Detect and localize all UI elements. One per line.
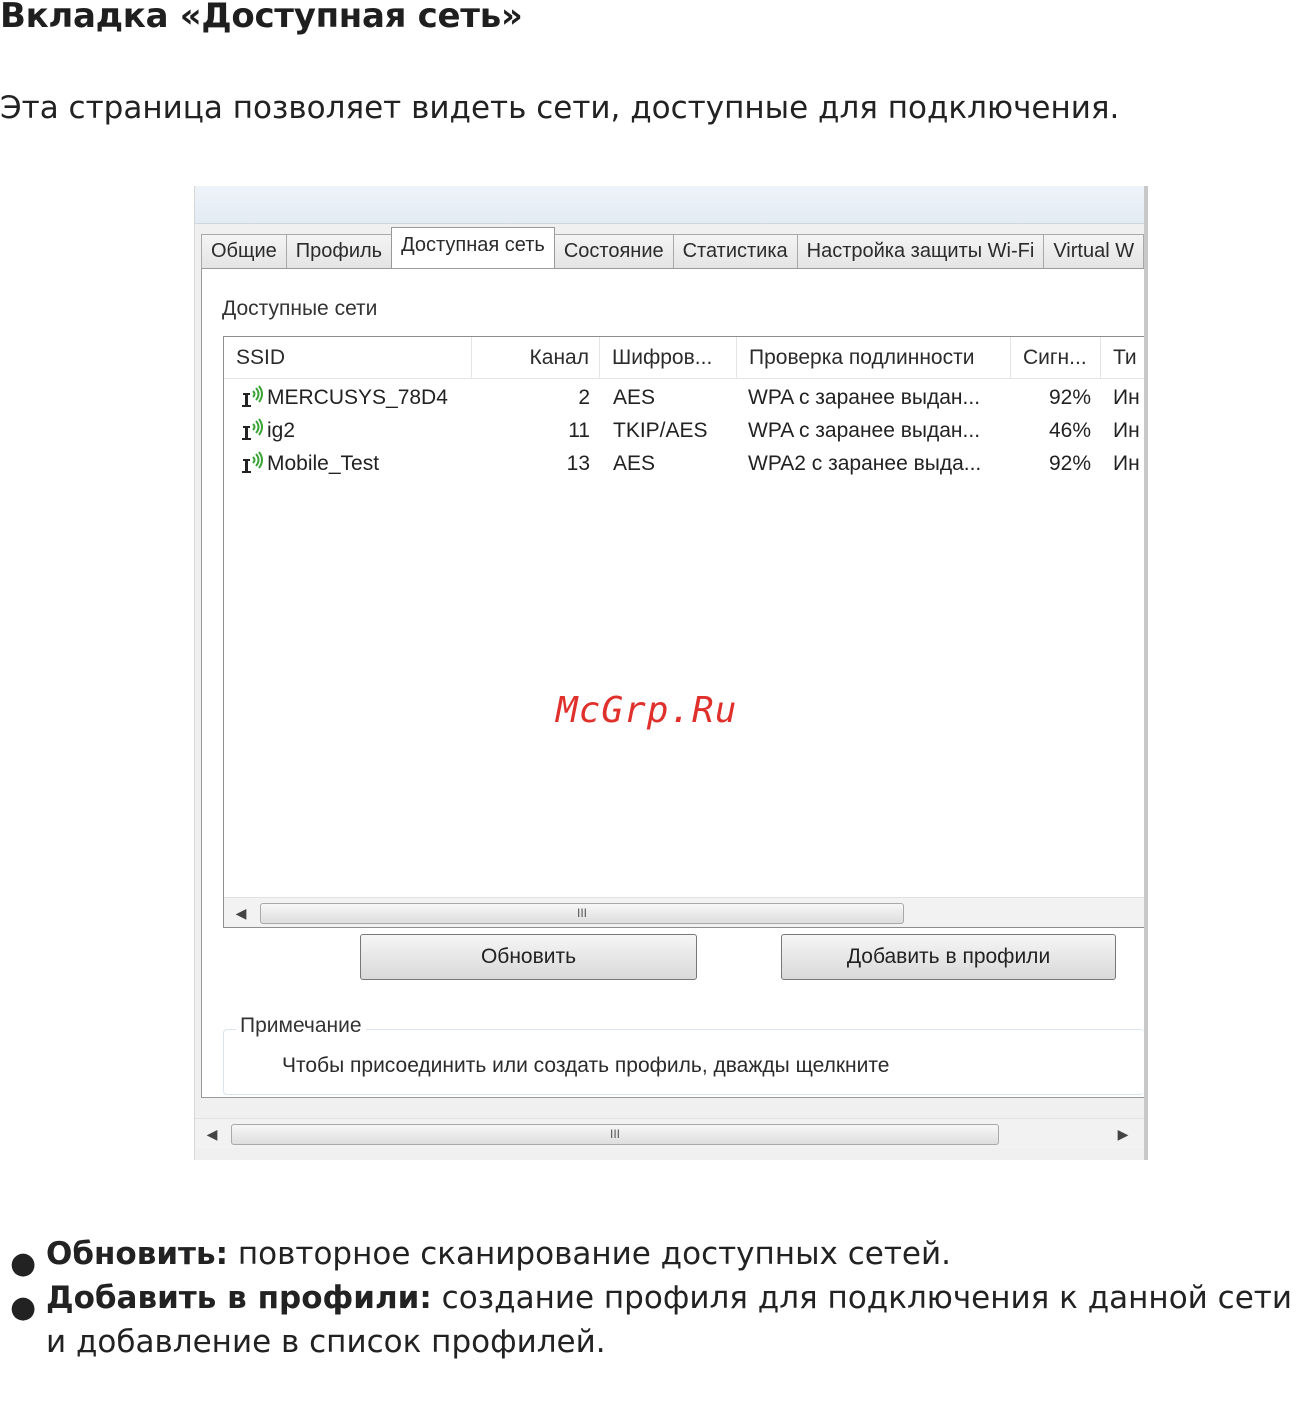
tab-wps-settings[interactable]: Настройка защиты Wi-Fi: [796, 234, 1045, 268]
network-list[interactable]: SSID Канал Шифров... Проверка подлинност…: [223, 336, 1144, 928]
column-header-ssid[interactable]: SSID: [224, 337, 472, 379]
tab-general[interactable]: Общие: [201, 234, 287, 268]
refresh-button[interactable]: Обновить: [360, 934, 697, 980]
bullet-term: Обновить:: [46, 1236, 229, 1272]
list-item: ● Обновить: повторное сканирование досту…: [10, 1232, 1299, 1281]
bullet-text: повторное сканирование доступных сетей.: [228, 1236, 951, 1272]
note-title: Примечание: [236, 1014, 366, 1038]
column-header-signal[interactable]: Сигн...: [1011, 337, 1101, 379]
cell-signal: 92%: [1048, 386, 1091, 409]
window-top-band: [195, 186, 1144, 224]
cell-encryption: AES: [613, 386, 656, 409]
column-header-channel[interactable]: Канал: [472, 337, 600, 379]
list-item: ● Добавить в профили: создание профиля д…: [10, 1276, 1299, 1364]
cell-channel: 11: [568, 419, 590, 442]
note-group: Примечание Чтобы присоединить или создат…: [223, 1014, 1144, 1095]
tab-statistics[interactable]: Статистика: [672, 234, 798, 268]
cell-signal: 46%: [1048, 419, 1091, 442]
wifi-signal-icon: [242, 451, 263, 473]
adapter-utility-window: Общие Профиль Доступная сеть Состояние С…: [194, 186, 1148, 1160]
tab-panel: Доступные сети SSID Канал Шифров... Пров…: [201, 268, 1144, 1098]
cell-auth: WPA с заранее выдан...: [748, 386, 981, 409]
list-horizontal-scrollbar[interactable]: ◀ III: [224, 897, 1144, 927]
tab-virtual-wifi[interactable]: Virtual W: [1043, 234, 1144, 268]
wifi-signal-icon: [242, 418, 263, 440]
page-title: Вкладка «Доступная сеть»: [0, 0, 523, 36]
scroll-right-arrow-icon[interactable]: ▶: [1108, 1119, 1138, 1149]
cell-type: Ин: [1113, 452, 1140, 475]
cell-type: Ин: [1113, 419, 1140, 442]
cell-ssid: ig2: [267, 419, 296, 442]
tab-available-network[interactable]: Доступная сеть: [391, 227, 555, 268]
list-scroll-thumb[interactable]: III: [260, 903, 904, 924]
cell-encryption: TKIP/AES: [613, 419, 708, 442]
cell-channel: 13: [566, 452, 590, 475]
cell-auth: WPA2 с заранее выда...: [748, 452, 982, 475]
add-to-profiles-button[interactable]: Добавить в профили: [781, 934, 1116, 980]
bullet-list: ● Обновить: повторное сканирование досту…: [10, 1232, 1299, 1364]
cell-encryption: AES: [613, 452, 656, 475]
tab-profile[interactable]: Профиль: [285, 234, 393, 268]
wifi-signal-icon: [242, 385, 263, 407]
intro-text: Эта страница позволяет видеть сети, дост…: [0, 90, 1120, 126]
cell-signal: 92%: [1048, 452, 1091, 475]
bullet-term: Добавить в профили:: [46, 1280, 432, 1316]
scroll-left-arrow-icon[interactable]: ◀: [197, 1119, 227, 1149]
cell-ssid: MERCUSYS_78D4: [267, 386, 448, 409]
tab-status[interactable]: Состояние: [553, 234, 674, 268]
watermark: McGrp.Ru: [556, 690, 738, 731]
table-row[interactable]: MERCUSYS_78D4 2 AES WPA с заранее выдан.…: [224, 381, 1144, 414]
window-horizontal-scrollbar[interactable]: ◀ III ▶: [195, 1118, 1144, 1148]
table-row[interactable]: ig2 11 TKIP/AES WPA с заранее выдан... 4…: [224, 414, 1144, 447]
list-header: SSID Канал Шифров... Проверка подлинност…: [224, 337, 1144, 379]
bullet-icon: ●: [10, 1290, 37, 1325]
tab-strip: Общие Профиль Доступная сеть Состояние С…: [201, 227, 1144, 268]
column-header-type[interactable]: Ти: [1101, 337, 1144, 379]
cell-channel: 2: [578, 386, 590, 409]
column-header-auth[interactable]: Проверка подлинности: [737, 337, 1011, 379]
cell-auth: WPA с заранее выдан...: [748, 419, 981, 442]
scroll-left-arrow-icon[interactable]: ◀: [226, 898, 256, 928]
note-text: Чтобы присоединить или создать профиль, …: [282, 1054, 890, 1077]
table-row[interactable]: Mobile_Test 13 AES WPA2 с заранее выда..…: [224, 447, 1144, 480]
cell-type: Ин: [1113, 386, 1140, 409]
available-networks-label: Доступные сети: [222, 297, 378, 320]
column-header-encryption[interactable]: Шифров...: [600, 337, 737, 379]
window-scroll-thumb[interactable]: III: [231, 1124, 999, 1145]
cell-ssid: Mobile_Test: [267, 452, 380, 475]
